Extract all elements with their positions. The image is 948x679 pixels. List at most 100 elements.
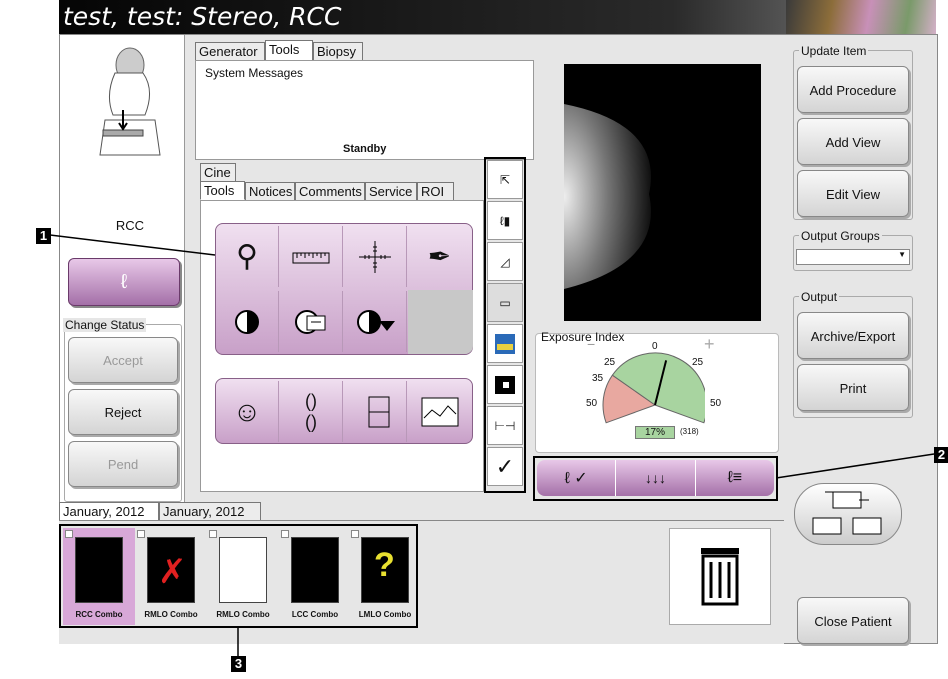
callout-1: 1 (36, 228, 51, 244)
close-patient-button[interactable]: Close Patient (797, 597, 909, 644)
tab-tools-sub[interactable]: Tools (200, 181, 245, 200)
output-groups-dropdown[interactable]: ▼ (796, 249, 910, 265)
exposure-gauge (602, 352, 705, 424)
tab-cine[interactable]: Cine (200, 163, 236, 182)
window-level-preset-tool[interactable] (280, 291, 343, 352)
patient-position-illustration (99, 47, 161, 156)
thumbnail-checkbox[interactable] (65, 530, 73, 538)
accept-button[interactable]: Accept (68, 337, 178, 383)
tab-date-1[interactable]: January, 2012 (59, 502, 159, 522)
drop-acquire-button[interactable]: ℓ ✓ (537, 460, 617, 496)
thumbnail-checkbox[interactable] (209, 530, 217, 538)
thumbnail-checkbox[interactable] (137, 530, 145, 538)
callout-1-line (50, 234, 216, 256)
thumbnail-caption: LCC Combo (291, 610, 339, 619)
aec-tool[interactable] (344, 381, 407, 442)
gauge-tick-0: 0 (652, 341, 658, 352)
add-view-button[interactable]: Add View (797, 118, 909, 165)
gauge-minus-icon: − (587, 336, 596, 352)
gauge-tick-35: 35 (592, 373, 604, 384)
ruler-tool[interactable] (280, 226, 343, 287)
gauge-tick-50-left: 50 (586, 398, 598, 409)
tool-empty-slot (408, 290, 473, 354)
trash-button[interactable] (669, 528, 771, 625)
thumbnail-caption: LMLO Combo (358, 610, 412, 619)
callout-3-line (237, 628, 239, 656)
compression-button[interactable]: ↓↓↓ (616, 460, 696, 496)
archive-export-button[interactable]: Archive/Export (797, 312, 909, 359)
accept-image-button[interactable]: ℓ (68, 258, 180, 306)
window-level-menu-tool[interactable] (344, 291, 407, 352)
change-status-label: Change Status (63, 318, 147, 332)
tab-comments[interactable]: Comments (295, 182, 365, 201)
compress-icon: ⊢⊣ (494, 418, 516, 433)
gauge-tick-25-left: 25 (604, 357, 616, 368)
system-status: Standby (343, 143, 387, 155)
face-icon: ☺ (232, 395, 262, 427)
vertical-tool-monitor[interactable]: ▭ (487, 283, 523, 322)
gauge-tick-25-right: 25 (692, 357, 704, 368)
vertical-tool-compress[interactable]: ⊢⊣ (487, 406, 523, 445)
thumbnail-rmlo-combo-2[interactable] (219, 537, 267, 603)
vertical-tool-check[interactable]: ✓ (487, 447, 523, 486)
magnify-tool[interactable]: ⚲ (216, 226, 279, 287)
monitor-icon: ▭ (499, 295, 511, 310)
thumbnail-caption: RCC Combo (75, 610, 123, 619)
pen-icon: ✒ (427, 241, 452, 272)
tab-generator[interactable]: Generator (195, 42, 265, 61)
compare-icon: ()() (305, 390, 317, 432)
thumbnail-rmlo-combo[interactable]: ✗ (147, 537, 195, 603)
add-procedure-button[interactable]: Add Procedure (797, 66, 909, 113)
title-bar: test, test: Stereo, RCC (59, 0, 936, 34)
drop-icon: ◿ (500, 254, 510, 269)
vertical-tool-screen[interactable] (487, 324, 523, 363)
rejected-x-icon: ✗ (158, 553, 187, 591)
exposure-percent: 17% (635, 426, 675, 439)
tab-notices[interactable]: Notices (245, 182, 295, 201)
invert-tool[interactable] (216, 291, 279, 352)
reject-button[interactable]: Reject (68, 389, 178, 435)
image-viewer[interactable] (564, 64, 761, 321)
tab-roi[interactable]: ROI (417, 182, 454, 201)
thumbnail-lmlo-combo[interactable]: ? (361, 537, 409, 603)
layout-icon (812, 491, 882, 535)
dot-icon (495, 375, 515, 394)
crosshair-tool[interactable] (344, 226, 407, 287)
tab-biopsy[interactable]: Biopsy (313, 42, 363, 61)
system-messages-label: System Messages (205, 66, 304, 80)
face-tool[interactable]: ☺ (216, 381, 279, 442)
vertical-tool-dot[interactable] (487, 365, 523, 404)
thumbnail-checkbox[interactable] (281, 530, 289, 538)
callout-2: 2 (934, 447, 948, 463)
tab-service[interactable]: Service (365, 182, 417, 201)
output-groups-label: Output Groups (799, 229, 882, 243)
snr-tool[interactable] (408, 381, 471, 442)
thumbnail-caption: RMLO Combo (216, 610, 270, 619)
vertical-tool-view[interactable]: ℓ▮ (487, 201, 523, 240)
vertical-tool-drop[interactable]: ◿ (487, 242, 523, 281)
drop-check-icon: ℓ ✓ (564, 470, 588, 487)
vertical-tool-fit[interactable]: ⇱ (487, 160, 523, 199)
aec-icon (368, 396, 390, 427)
annotate-tool[interactable]: ✒ (408, 226, 471, 287)
thumbnail-caption: RMLO Combo (144, 610, 198, 619)
thumbnail-rcc-combo[interactable] (75, 537, 123, 603)
tab-tools[interactable]: Tools (265, 40, 313, 61)
fit-icon: ⇱ (499, 172, 511, 187)
ruler-icon (292, 252, 330, 263)
thumbnail-lcc-combo[interactable] (291, 537, 339, 603)
display-layout-button[interactable] (794, 483, 902, 545)
compare-tool[interactable]: ()() (280, 381, 343, 442)
pend-button[interactable]: Pend (68, 441, 178, 487)
tab-date-2[interactable]: January, 2012 (159, 502, 261, 522)
compression-icon: ↓↓↓ (644, 470, 666, 486)
screen-icon (495, 333, 515, 354)
release-button[interactable]: ℓ≡ (696, 460, 774, 496)
print-button[interactable]: Print (797, 364, 909, 411)
window-level-preset-icon (295, 309, 326, 334)
thumbnail-checkbox[interactable] (351, 530, 359, 538)
edit-view-button[interactable]: Edit View (797, 170, 909, 217)
gauge-tick-50-right: 50 (710, 398, 722, 409)
checkmark-icon: ✓ (495, 453, 515, 479)
update-item-label: Update Item (799, 44, 869, 58)
